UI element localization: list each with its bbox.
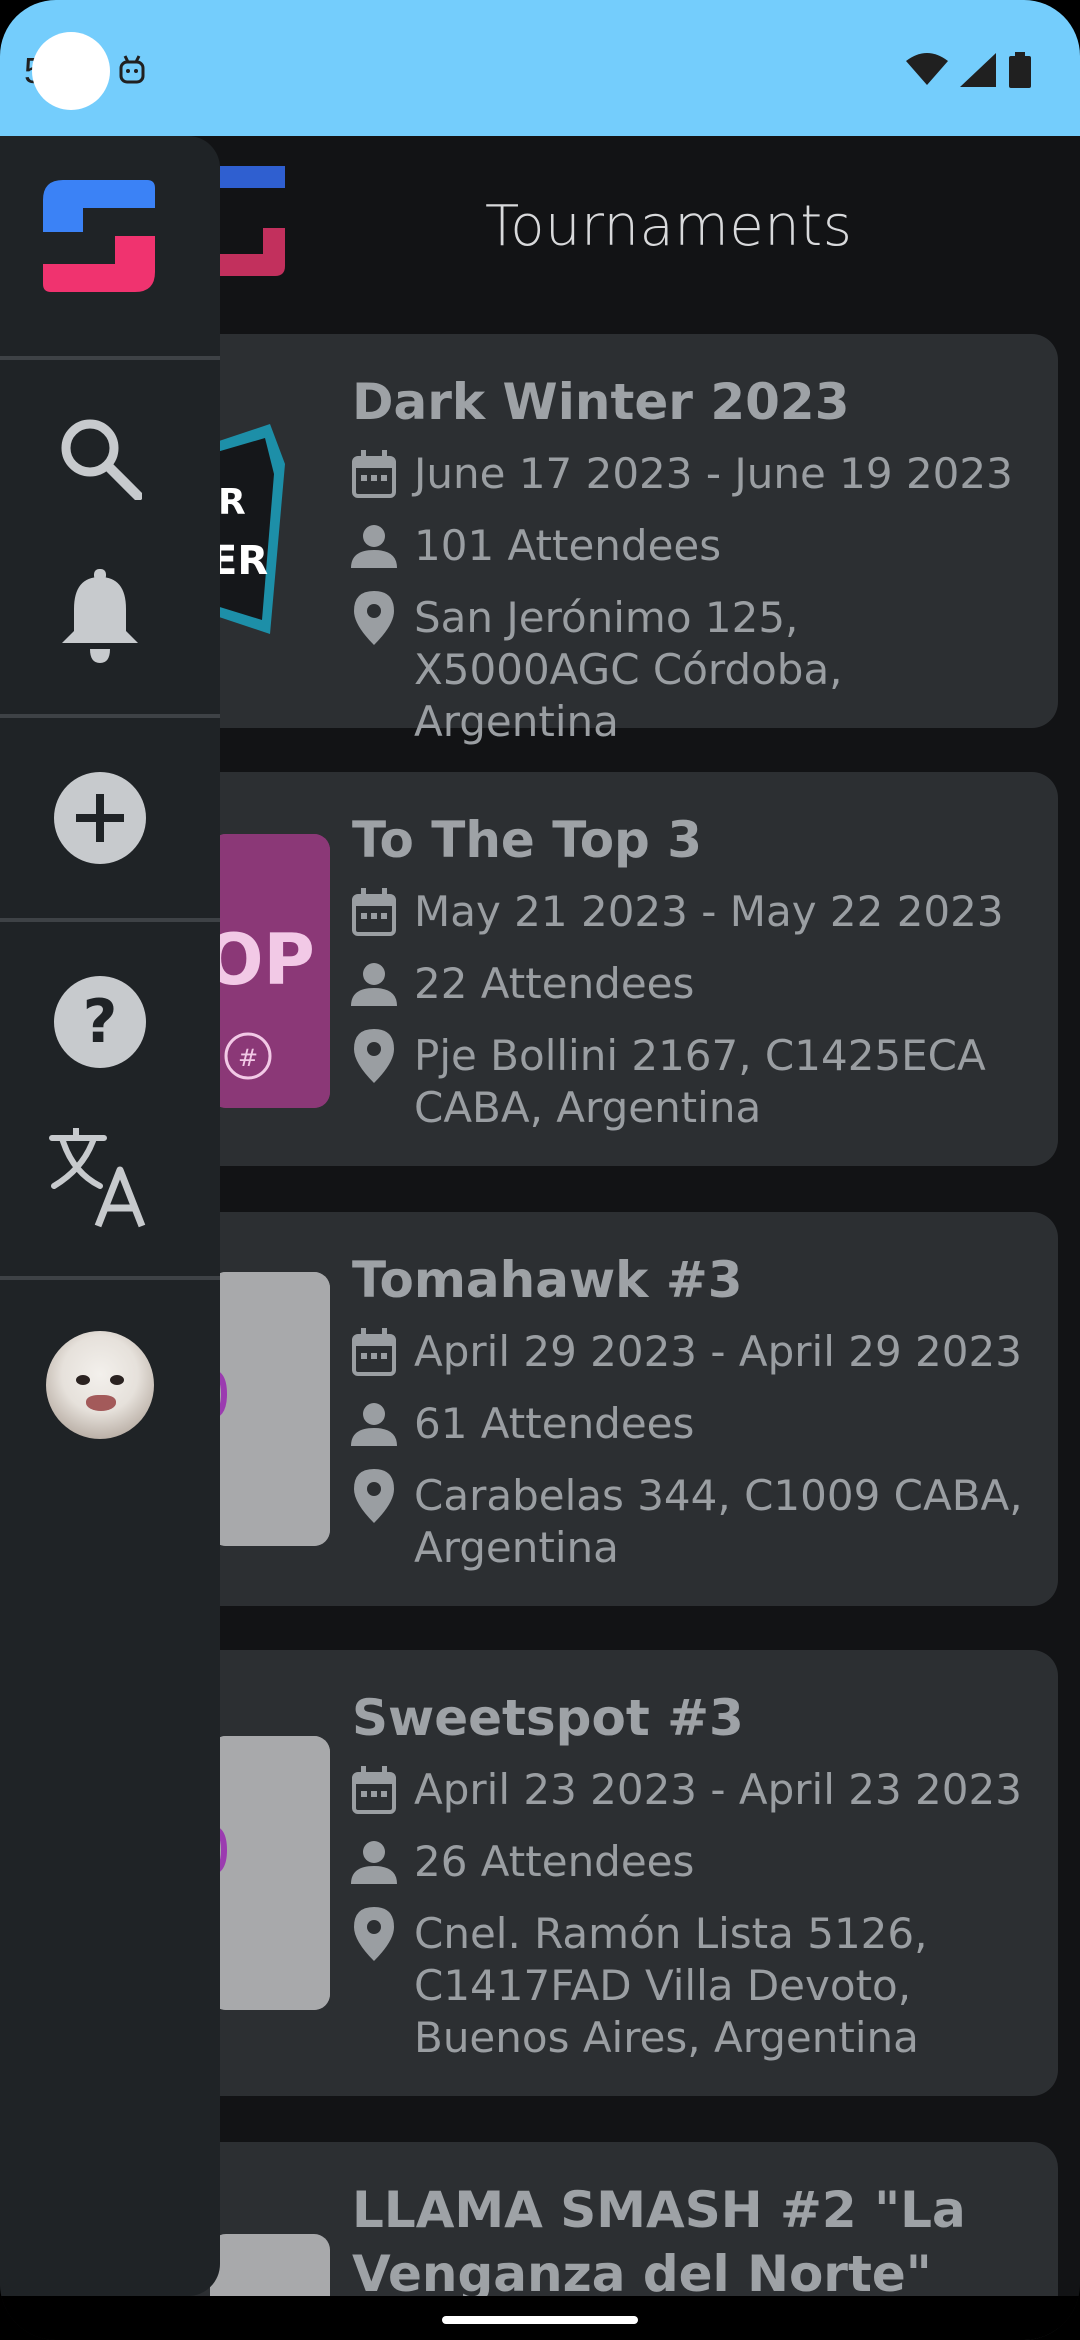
translate-icon — [49, 1128, 146, 1228]
svg-text:OP: OP — [210, 919, 315, 1001]
rail-divider — [0, 1276, 220, 1280]
tournament-location: Pje Bollini 2167, C1425ECA CABA, Argenti… — [414, 1031, 986, 1132]
person-icon — [346, 958, 402, 1010]
bell-icon — [62, 569, 138, 663]
attendees-row: 22 Attendees — [346, 958, 1024, 1010]
tournament-attendees: 101 Attendees — [414, 521, 722, 570]
language-button[interactable] — [40, 1118, 160, 1238]
battery-icon — [1009, 52, 1031, 88]
tournament-logo: R ER — [210, 424, 330, 644]
attendees-row: 61 Attendees — [346, 1398, 1024, 1450]
person-icon — [346, 520, 402, 572]
add-circle-icon — [54, 772, 146, 864]
phone-screen: 5 Tournaments R ER — [0, 0, 1080, 2340]
calendar-icon — [346, 1326, 402, 1378]
avatar[interactable] — [46, 1331, 154, 1439]
calendar-icon — [346, 1764, 402, 1816]
avatar-mouth — [86, 1395, 116, 1411]
person-icon — [346, 1836, 402, 1888]
tournament-name: To The Top 3 — [352, 811, 703, 869]
tournament-card[interactable]: Tomahawk #3 April 29 2023 - April 29 202… — [150, 1212, 1058, 1606]
tournament-name: LLAMA SMASH #2 "La Venganza del Norte" — [352, 2181, 966, 2303]
status-bar: 5 — [0, 0, 1080, 136]
tournament-dates: June 17 2023 - June 19 2023 — [414, 449, 1013, 498]
person-icon — [346, 1398, 402, 1450]
rail-divider — [0, 714, 220, 718]
tournament-attendees: 26 Attendees — [414, 1837, 695, 1886]
location-row: Carabelas 344, C1009 CABA, Argentina — [346, 1469, 1024, 1574]
wifi-icon — [906, 53, 948, 85]
tournament-card[interactable]: Sweetspot #3 April 23 2023 - April 23 20… — [150, 1650, 1058, 2096]
location-row: Cnel. Ramón Lista 5126, C1417FAD Villa D… — [346, 1907, 1024, 2064]
tournament-card[interactable]: OP # To The Top 3 May 21 2023 - May 22 2… — [150, 772, 1058, 1166]
location-pin-icon — [346, 1907, 402, 1961]
help-circle-icon: ? — [54, 976, 146, 1068]
date-row: April 29 2023 - April 29 2023 — [346, 1326, 1024, 1378]
signal-icon — [960, 53, 996, 87]
system-icons — [906, 52, 1032, 88]
attendees-row: 26 Attendees — [346, 1836, 1024, 1888]
calendar-icon — [346, 886, 402, 938]
tournament-dates: April 29 2023 - April 29 2023 — [414, 1327, 1022, 1376]
tournament-logo — [210, 1272, 330, 1546]
svg-text:#: # — [238, 1044, 258, 1072]
home-gesture-handle[interactable] — [442, 2316, 638, 2324]
page-title: Tournaments — [485, 194, 853, 259]
location-row: San Jerónimo 125, X5000AGC Córdoba, Arge… — [346, 591, 1024, 748]
navigation-rail: ? — [0, 136, 220, 2296]
tournament-logo: OP # — [210, 834, 330, 1108]
search-icon — [61, 419, 142, 500]
camera-cutout — [32, 32, 110, 110]
app-logo-icon — [43, 180, 155, 292]
tournament-location: Carabelas 344, C1009 CABA, Argentina — [414, 1471, 1023, 1572]
rail-divider — [0, 356, 220, 360]
tournament-location: San Jerónimo 125, X5000AGC Córdoba, Arge… — [414, 593, 843, 746]
date-row: April 23 2023 - April 23 2023 — [346, 1764, 1024, 1816]
help-button[interactable]: ? — [40, 962, 160, 1082]
tournament-attendees: 22 Attendees — [414, 959, 695, 1008]
tournament-location: Cnel. Ramón Lista 5126, C1417FAD Villa D… — [414, 1909, 928, 2062]
tournament-name: Dark Winter 2023 — [352, 373, 850, 431]
svg-text:?: ? — [83, 987, 118, 1057]
tournament-name: Sweetspot #3 — [352, 1689, 744, 1747]
notifications-button[interactable] — [40, 556, 160, 676]
location-row: Pje Bollini 2167, C1425ECA CABA, Argenti… — [346, 1029, 1024, 1134]
rail-divider — [0, 918, 220, 922]
debug-robot-icon — [119, 55, 145, 84]
tournament-attendees: 61 Attendees — [414, 1399, 695, 1448]
calendar-icon — [346, 448, 402, 500]
date-row: May 21 2023 - May 22 2023 — [346, 886, 1024, 938]
search-button[interactable] — [40, 398, 160, 518]
attendees-row: 101 Attendees — [346, 520, 1024, 572]
tournament-card[interactable]: R ER Dark Winter 2023 June 17 2023 - Jun… — [150, 334, 1058, 746]
location-pin-icon — [346, 591, 402, 645]
avatar-eye — [76, 1375, 90, 1385]
location-pin-icon — [346, 1029, 402, 1083]
tournament-name: Tomahawk #3 — [352, 1251, 743, 1309]
location-pin-icon — [346, 1469, 402, 1523]
app-logo-button[interactable] — [40, 176, 160, 296]
create-tournament-button[interactable] — [40, 758, 160, 878]
tournament-dates: April 23 2023 - April 23 2023 — [414, 1765, 1022, 1814]
date-row: June 17 2023 - June 19 2023 — [346, 448, 1024, 500]
tournament-dates: May 21 2023 - May 22 2023 — [414, 887, 1004, 936]
svg-text:R: R — [218, 482, 246, 523]
tournament-logo — [210, 1736, 330, 2010]
avatar-eye — [110, 1375, 124, 1385]
